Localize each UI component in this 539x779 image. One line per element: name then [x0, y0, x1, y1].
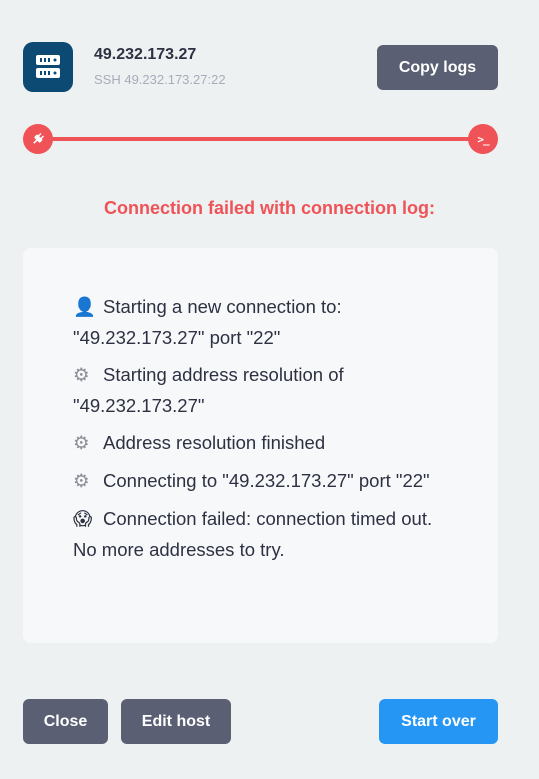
- person-icon: 👤: [73, 297, 97, 318]
- gear-icon: ⚙: [73, 471, 90, 492]
- log-entry-text: Starting address resolution of "49.232.1…: [73, 364, 344, 416]
- log-entry: ⚙ Connecting to "49.232.173.27" port "22": [73, 466, 453, 497]
- log-entry-text: Address resolution finished: [103, 432, 326, 453]
- log-entry: ⚙ Starting address resolution of "49.232.…: [73, 360, 453, 421]
- plug-icon: [33, 132, 45, 144]
- terminal-node: >_: [468, 124, 498, 154]
- log-entry: 😱 Connection failed: connection timed out…: [73, 504, 453, 565]
- gear-icon: ⚙: [73, 433, 90, 454]
- log-entry-text: Connecting to "49.232.173.27" port "22": [103, 470, 430, 491]
- host-icon: [23, 42, 73, 92]
- host-connection-subtitle: SSH 49.232.173.27:22: [94, 72, 226, 87]
- copy-logs-button[interactable]: Copy logs: [377, 45, 498, 90]
- scared-face-icon: 😱: [73, 509, 93, 530]
- start-over-button[interactable]: Start over: [379, 699, 498, 744]
- connection-log-list: 👤 Starting a new connection to: "49.232.1…: [73, 292, 453, 572]
- plug-node: [23, 124, 53, 154]
- log-entry-text: Connection failed: connection timed out.…: [73, 508, 433, 560]
- gear-icon: ⚙: [73, 365, 90, 386]
- terminal-icon: >_: [477, 132, 489, 146]
- connection-status-title: Connection failed with connection log:: [104, 198, 435, 218]
- server-icon: [36, 55, 60, 78]
- log-entry: 👤 Starting a new connection to: "49.232.1…: [73, 292, 453, 353]
- log-entry-text: Starting a new connection to: "49.232.17…: [73, 296, 342, 348]
- connection-log-panel: 👤 Starting a new connection to: "49.232.1…: [23, 248, 498, 643]
- edit-host-button[interactable]: Edit host: [121, 699, 231, 744]
- close-button[interactable]: Close: [23, 699, 108, 744]
- log-entry: ⚙ Address resolution finished: [73, 428, 453, 459]
- host-name: 49.232.173.27: [94, 46, 197, 63]
- connection-progress-line: [38, 137, 484, 141]
